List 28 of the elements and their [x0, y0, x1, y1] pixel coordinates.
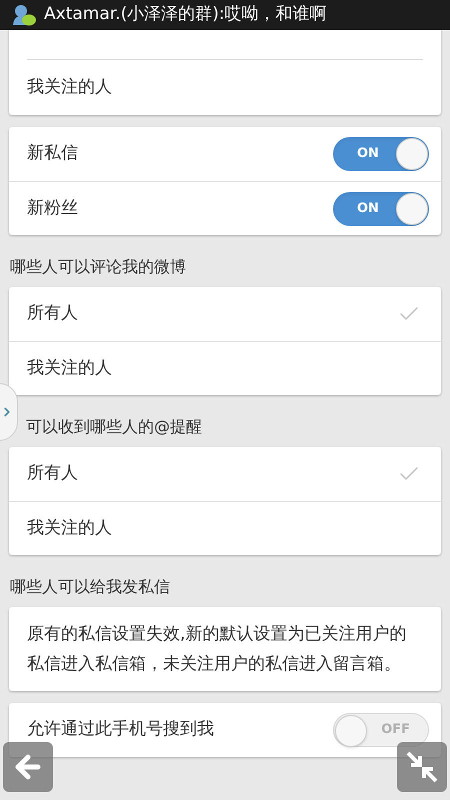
option-row[interactable]: 所有人 — [9, 287, 441, 341]
option-label: 我关注的人 — [27, 76, 112, 99]
section-header: 可以收到哪些人的@提醒 — [26, 416, 202, 438]
setting-label: 允许通过此手机号搜到我 — [27, 718, 214, 742]
setting-label: 新粉丝 — [27, 196, 78, 220]
toggle-state: OFF — [381, 721, 410, 740]
section-header: 哪些人可以给我发私信 — [10, 576, 170, 598]
option-row[interactable]: 我关注的人 — [9, 60, 441, 115]
shrink-button[interactable] — [397, 742, 447, 792]
toggle-state: ON — [357, 145, 379, 164]
option-label: 我关注的人 — [27, 356, 112, 380]
section-header: 哪些人可以评论我的微博 — [10, 256, 186, 278]
notification-text: Axtamar.(小泽泽的群):哎呦，和谁啊 — [44, 3, 327, 26]
shrink-arrows-icon — [404, 749, 440, 785]
toggle-state: ON — [357, 200, 379, 218]
chat-app-icon — [10, 3, 36, 27]
setting-label: 新私信 — [27, 142, 78, 166]
option-label: 所有人 — [27, 462, 78, 486]
option-row[interactable]: 我关注的人 — [9, 501, 441, 555]
toggle-knob — [335, 715, 367, 747]
option-row[interactable]: 所有人 — [9, 447, 441, 501]
note-text: 原有的私信设置失效,新的默认设置为已关注用户的私信进入私信箱，未关注用户的私信进入留言箱。 — [26, 623, 408, 676]
back-button[interactable] — [3, 742, 53, 792]
option-label: 我关注的人 — [27, 516, 112, 540]
option-row[interactable]: 我关注的人 — [9, 341, 441, 395]
option-label: 所有人 — [27, 302, 78, 326]
toggle-knob — [396, 138, 428, 170]
toggle-knob — [396, 192, 428, 224]
